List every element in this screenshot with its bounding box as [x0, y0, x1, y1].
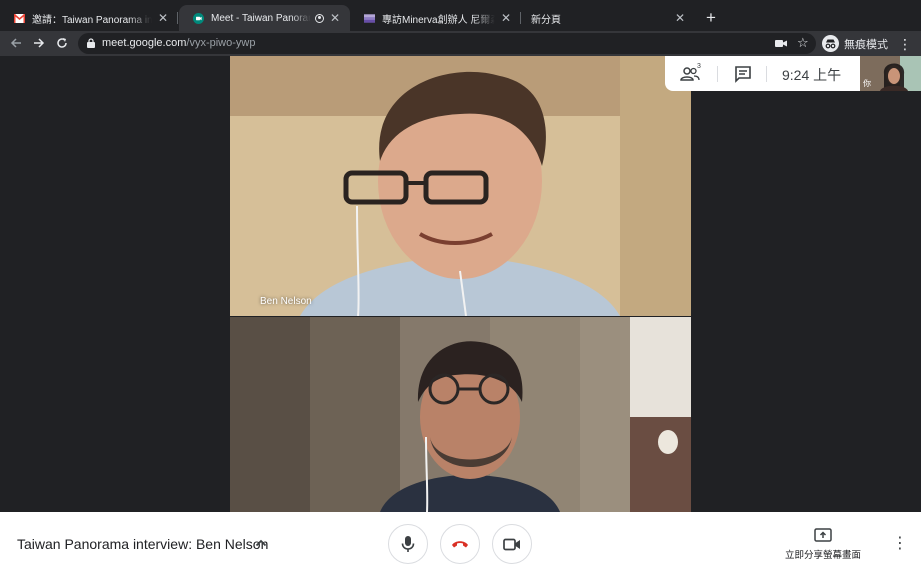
bookmark-star-icon[interactable]: ☆ — [797, 35, 809, 51]
tab-gmail[interactable]: 邀請：Taiwan Panorama interview ✕ — [0, 5, 178, 31]
reload-icon — [57, 38, 67, 48]
camera-in-use-icon[interactable] — [775, 39, 787, 48]
recording-indicator-icon — [315, 13, 324, 23]
meeting-title[interactable]: Taiwan Panorama interview: Ben Nelson — [17, 536, 268, 552]
back-button[interactable] — [6, 34, 26, 54]
gmail-icon — [14, 13, 25, 24]
meeting-controls-bar: Taiwan Panorama interview: Ben Nelson 立即… — [0, 512, 921, 576]
self-view-label: 你 — [863, 79, 871, 88]
end-call-icon — [452, 541, 468, 548]
tab-title: 新分頁 — [531, 14, 561, 26]
reload-button[interactable] — [52, 34, 72, 54]
tab-meet[interactable]: Meet - Taiwan Panorama in ✕ — [179, 5, 350, 31]
microphone-icon — [401, 536, 415, 552]
present-screen-icon — [814, 528, 832, 542]
divider — [766, 66, 767, 82]
participant-name-label: Ben Nelson — [260, 296, 312, 307]
meet-icon — [193, 12, 204, 24]
tab-title: Meet - Taiwan Panorama in — [211, 12, 311, 24]
tab-title: 邀請：Taiwan Panorama interview — [32, 14, 152, 26]
forward-arrow-icon — [34, 38, 45, 48]
present-screen-label: 立即分享螢幕畫面 — [784, 550, 861, 561]
forward-button[interactable] — [29, 34, 49, 54]
browser-toolbar: meet.google.com/vyx-piwo-ywp ☆ 無痕模式 ⋮ — [0, 31, 921, 56]
present-screen-button[interactable]: 立即分享螢幕畫面 — [783, 528, 863, 563]
browser-menu-button[interactable]: ⋮ — [898, 34, 912, 54]
meet-stage: Ben Nelson 3 9:24 上午 你 — [0, 56, 921, 512]
more-options-button[interactable]: ⋮ — [892, 534, 908, 554]
lock-icon — [87, 38, 95, 48]
tab-new-tab[interactable]: 新分頁 ✕ — [521, 5, 695, 31]
flag-icon — [364, 13, 375, 24]
chevron-up-icon[interactable] — [254, 536, 268, 550]
end-call-button[interactable] — [440, 524, 480, 564]
url-path: /vyx-piwo-ywp — [186, 37, 256, 49]
new-tab-button[interactable]: + — [702, 9, 720, 27]
chat-icon[interactable] — [733, 64, 753, 84]
incognito-icon — [822, 35, 839, 52]
participant-count: 3 — [697, 63, 701, 70]
microphone-toggle-button[interactable] — [388, 524, 428, 564]
self-view-video[interactable]: 你 — [860, 56, 921, 91]
tab-title: 專訪Minerva創辦人 尼爾森一名 — [382, 14, 495, 26]
camera-toggle-button[interactable] — [492, 524, 532, 564]
url-text: meet.google.com/vyx-piwo-ywp — [102, 37, 255, 49]
participant-video-ben-nelson[interactable]: Ben Nelson — [230, 56, 691, 316]
tab-separator — [177, 12, 178, 24]
address-bar[interactable]: meet.google.com/vyx-piwo-ywp ☆ — [78, 33, 816, 54]
tab-strip: 邀請：Taiwan Panorama interview ✕ Meet - Ta… — [0, 0, 921, 31]
close-icon[interactable]: ✕ — [156, 11, 170, 25]
participant-video-2[interactable] — [230, 317, 691, 512]
meeting-info-panel: 3 9:24 上午 — [665, 56, 860, 91]
close-icon[interactable]: ✕ — [499, 11, 513, 25]
close-icon[interactable]: ✕ — [328, 11, 342, 25]
url-host: meet.google.com — [102, 37, 187, 49]
back-arrow-icon — [10, 38, 21, 48]
incognito-indicator[interactable]: 無痕模式 — [822, 34, 888, 53]
participant-video-frame — [230, 56, 691, 316]
video-camera-icon — [503, 538, 520, 550]
divider — [717, 66, 718, 82]
incognito-label: 無痕模式 — [844, 38, 888, 51]
participant-video-frame — [230, 317, 691, 512]
tab-article[interactable]: 專訪Minerva創辦人 尼爾森一名 ✕ — [350, 5, 521, 31]
close-icon[interactable]: ✕ — [673, 11, 687, 25]
meeting-clock: 9:24 上午 — [782, 67, 842, 83]
